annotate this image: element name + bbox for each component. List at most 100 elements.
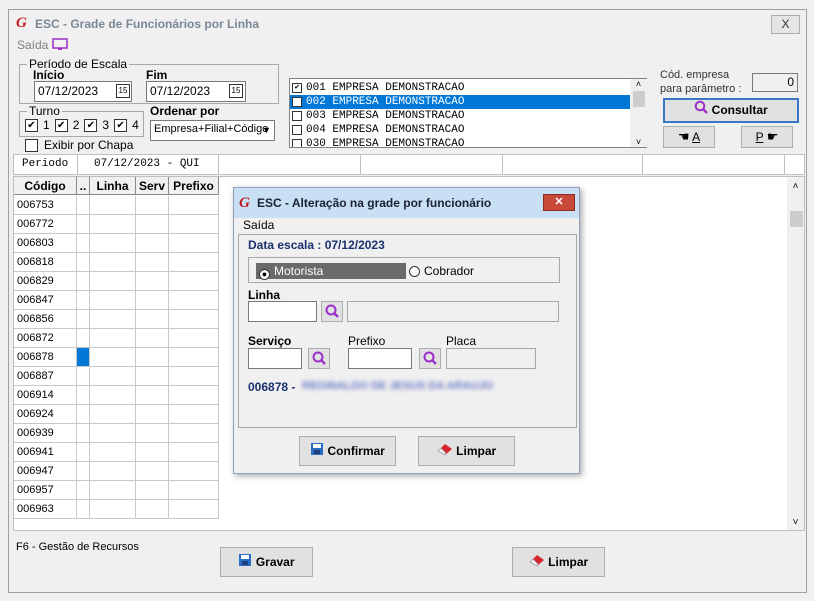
grid-cell[interactable]	[169, 329, 219, 348]
grid-cell[interactable]	[77, 310, 90, 329]
scroll-up-icon[interactable]: ˄	[630, 79, 647, 89]
fim-calendar-icon[interactable]: 15	[229, 84, 243, 98]
grid-cell[interactable]	[136, 386, 169, 405]
grid-cell[interactable]	[136, 348, 169, 367]
grid-cell[interactable]	[169, 291, 219, 310]
grid-cell[interactable]	[136, 196, 169, 215]
codigo-cell[interactable]: 006878	[14, 348, 77, 367]
scroll-down-icon[interactable]: ˅	[787, 517, 804, 528]
table-row[interactable]: 006878	[14, 348, 219, 367]
grid-cell[interactable]	[90, 253, 136, 272]
grid-cell[interactable]	[90, 500, 136, 519]
codigo-cell[interactable]: 006829	[14, 272, 77, 291]
grid-cell[interactable]	[90, 443, 136, 462]
servico-input[interactable]	[248, 348, 302, 369]
close-button[interactable]: X	[771, 15, 800, 34]
grid-cell[interactable]	[90, 291, 136, 310]
grid-cell[interactable]	[169, 481, 219, 500]
codigo-cell[interactable]: 006914	[14, 386, 77, 405]
empresa-checkbox[interactable]: ✔	[292, 83, 302, 93]
inicio-calendar-icon[interactable]: 15	[116, 84, 130, 98]
dialog-limpar-button[interactable]: Limpar	[418, 436, 515, 466]
confirmar-button[interactable]: Confirmar	[299, 436, 396, 466]
col-prefixo-header[interactable]: Prefixo	[169, 177, 219, 195]
codigo-cell[interactable]: 006924	[14, 405, 77, 424]
p-button[interactable]: P ☛	[741, 126, 793, 148]
codigo-cell[interactable]: 006847	[14, 291, 77, 310]
grid-cell[interactable]	[90, 386, 136, 405]
grid-cell[interactable]	[90, 272, 136, 291]
col-linha-header[interactable]: Linha	[90, 177, 136, 195]
codigo-cell[interactable]: 006939	[14, 424, 77, 443]
motorista-radio[interactable]: ● Motorista	[256, 263, 406, 280]
grid-cell[interactable]	[169, 234, 219, 253]
grid-cell[interactable]	[169, 367, 219, 386]
grid-cell[interactable]	[136, 253, 169, 272]
empresa-checkbox[interactable]: ✔	[292, 97, 302, 107]
grid-cell[interactable]	[77, 215, 90, 234]
scroll-down-icon[interactable]: ˅	[630, 137, 647, 147]
scroll-up-icon[interactable]: ˄	[787, 177, 804, 192]
grid-cell[interactable]	[77, 386, 90, 405]
grid-cell[interactable]	[77, 462, 90, 481]
col-dots-header[interactable]: ..	[77, 177, 90, 195]
table-row[interactable]: 006856	[14, 310, 219, 329]
dialog-close-button[interactable]: ✕	[543, 194, 575, 211]
grid-cell[interactable]	[90, 481, 136, 500]
grid-cell[interactable]	[169, 443, 219, 462]
grid-cell[interactable]	[77, 348, 90, 367]
grid-cell[interactable]	[169, 500, 219, 519]
grid-cell[interactable]	[136, 405, 169, 424]
table-row[interactable]: 006872	[14, 329, 219, 348]
codigo-cell[interactable]: 006963	[14, 500, 77, 519]
turno-4-checkbox[interactable]: ✔	[114, 118, 128, 132]
grid-cell[interactable]	[136, 481, 169, 500]
grid-cell[interactable]	[90, 215, 136, 234]
grid-cell[interactable]	[136, 424, 169, 443]
grid-cell[interactable]	[90, 424, 136, 443]
grid-cell[interactable]	[90, 310, 136, 329]
empresa-checkbox[interactable]	[292, 111, 302, 121]
prefixo-search-button[interactable]	[419, 348, 441, 369]
servico-search-button[interactable]	[308, 348, 330, 369]
grid-cell[interactable]	[77, 481, 90, 500]
turno-3-checkbox[interactable]: ✔	[84, 118, 98, 132]
grid-cell[interactable]	[169, 253, 219, 272]
grid-cell[interactable]	[136, 215, 169, 234]
ordenar-select[interactable]: Empresa+Filial+Código	[150, 120, 275, 141]
empresas-list[interactable]: ✔ 001 EMPRESA DEMONSTRACAO ✔ 002 EMPRESA DE…	[289, 78, 647, 148]
table-row[interactable]: 006753	[14, 196, 219, 215]
gravar-button[interactable]: Gravar	[220, 547, 313, 577]
linha-search-button[interactable]	[321, 301, 343, 322]
turno-2-checkbox[interactable]: ✔	[54, 118, 68, 132]
grid-cell[interactable]	[169, 424, 219, 443]
grid-cell[interactable]	[90, 196, 136, 215]
table-row[interactable]: 006924	[14, 405, 219, 424]
codigo-cell[interactable]: 006803	[14, 234, 77, 253]
table-row[interactable]: 006939	[14, 424, 219, 443]
grid-cell[interactable]	[169, 462, 219, 481]
grid-cell[interactable]	[136, 462, 169, 481]
grid-cell[interactable]	[136, 310, 169, 329]
grid-cell[interactable]	[90, 367, 136, 386]
empresa-list-item[interactable]: ✔ 001 EMPRESA DEMONSTRACAO	[290, 81, 630, 95]
grid-cell[interactable]	[77, 424, 90, 443]
exibir-chapa-checkbox[interactable]	[25, 139, 38, 152]
grid-cell[interactable]	[90, 329, 136, 348]
codigo-cell[interactable]: 006753	[14, 196, 77, 215]
grid-cell[interactable]	[136, 291, 169, 310]
grid-cell[interactable]	[77, 253, 90, 272]
grid-cell[interactable]	[169, 405, 219, 424]
grid-cell[interactable]	[136, 500, 169, 519]
limpar-button[interactable]: Limpar	[512, 547, 605, 577]
grid-cell[interactable]	[136, 367, 169, 386]
monitor-icon[interactable]	[52, 38, 68, 51]
grid-cell[interactable]	[169, 348, 219, 367]
consultar-button[interactable]: Consultar	[663, 98, 799, 123]
codigo-cell[interactable]: 006818	[14, 253, 77, 272]
codigo-cell[interactable]: 006947	[14, 462, 77, 481]
grid-cell[interactable]	[169, 196, 219, 215]
table-row[interactable]: 006963	[14, 500, 219, 519]
empresa-checkbox[interactable]	[292, 139, 302, 147]
scroll-thumb[interactable]	[790, 211, 803, 227]
